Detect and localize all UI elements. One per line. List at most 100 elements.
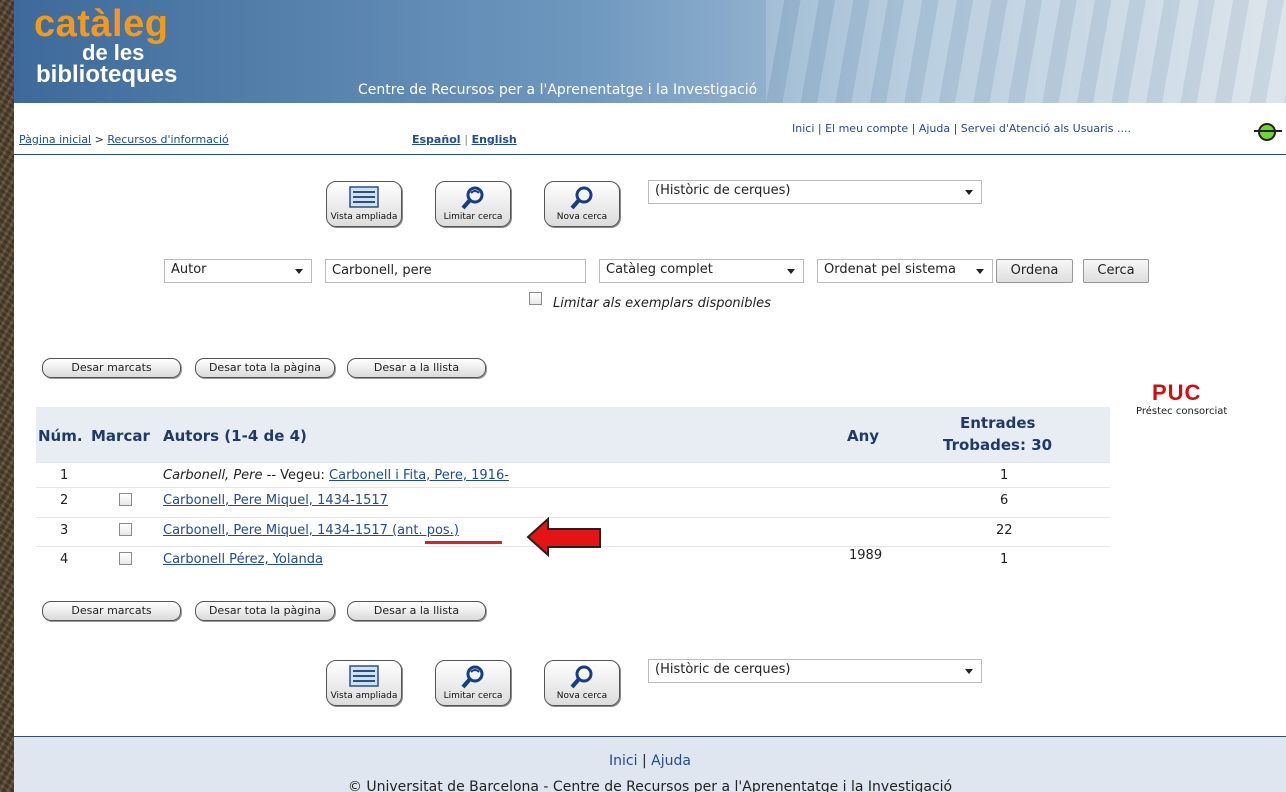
top-link-separator: | bbox=[953, 122, 961, 135]
chevron-down-icon bbox=[976, 269, 984, 274]
col-header-mark: Marcar bbox=[91, 427, 150, 445]
search-field-value: Autor bbox=[171, 262, 207, 277]
limit-search-label: Limitar cerca bbox=[443, 691, 503, 701]
new-search-button[interactable]: Nova cerca bbox=[544, 181, 620, 227]
author-entry: Carbonell, Pere -- Vegeu: Carbonell i Fi… bbox=[163, 468, 509, 483]
col-header-entries-2: Trobades: 30 bbox=[943, 436, 1053, 454]
chevron-down-icon bbox=[295, 269, 303, 274]
footer-help-link[interactable]: Ajuda bbox=[651, 753, 691, 769]
sort-order-select[interactable]: Ordenat pel sistema bbox=[817, 259, 993, 283]
see-also-text: -- Vegeu: bbox=[262, 468, 330, 483]
entries-count: 6 bbox=[1000, 493, 1009, 508]
col-header-authors: Autors (1-4 de 4) bbox=[163, 427, 307, 445]
list-view-icon bbox=[349, 665, 379, 687]
catalog-scope-select[interactable]: Catàleg complet bbox=[599, 259, 804, 283]
save-page-button[interactable]: Desar tota la pàgina bbox=[195, 358, 335, 378]
breadcrumb-current-link[interactable]: Recursos d'informació bbox=[107, 133, 228, 146]
entries-count: 1 bbox=[1000, 552, 1009, 567]
author-name: Carbonell, Pere bbox=[163, 468, 263, 483]
limit-search-button[interactable]: Limitar cerca bbox=[435, 660, 511, 706]
site-header: catàleg de les biblioteques Centre de Re… bbox=[14, 0, 1286, 103]
row-number: 3 bbox=[60, 523, 69, 538]
col-header-year: Any bbox=[847, 427, 880, 445]
year-value: 1989 bbox=[849, 548, 883, 563]
breadcrumb-home-link[interactable]: Pàgina inicial bbox=[19, 133, 91, 146]
breadcrumb-separator: > bbox=[94, 133, 108, 146]
mark-checkbox[interactable] bbox=[119, 493, 132, 506]
new-search-label: Nova cerca bbox=[556, 691, 608, 701]
search-history-value: (Històric de cerques) bbox=[655, 183, 791, 198]
puc-subtitle: Préstec consorciat bbox=[1136, 406, 1228, 417]
search-refine-icon bbox=[461, 665, 484, 689]
expanded-view-button[interactable]: Vista ampliada bbox=[326, 181, 402, 227]
new-search-label: Nova cerca bbox=[556, 212, 608, 222]
lang-en-link[interactable]: English bbox=[472, 133, 517, 146]
search-history-select[interactable]: (Històric de cerques) bbox=[648, 659, 982, 683]
mark-checkbox[interactable] bbox=[119, 552, 132, 565]
limit-search-button[interactable]: Limitar cerca bbox=[435, 181, 511, 227]
search-field-select[interactable]: Autor bbox=[164, 259, 312, 283]
nav-bar: Pàgina inicial > Recursos d'informació E… bbox=[14, 103, 1286, 155]
save-marked-button[interactable]: Desar marcats bbox=[42, 358, 181, 378]
highlight-underline bbox=[425, 541, 502, 544]
author-link[interactable]: Carbonell, Pere Miquel, 1434-1517 bbox=[163, 493, 388, 508]
chevron-down-icon bbox=[965, 669, 973, 674]
magnifier-icon bbox=[570, 186, 593, 210]
puc-logo[interactable]: PUC bbox=[1152, 380, 1201, 406]
search-button[interactable]: Cerca bbox=[1083, 259, 1149, 283]
table-row: 1 Carbonell, Pere -- Vegeu: Carbonell i … bbox=[36, 462, 1110, 488]
red-arrow-icon bbox=[526, 517, 601, 557]
table-row: 2 Carbonell, Pere Miquel, 1434-1517 6 bbox=[36, 487, 1110, 513]
expanded-view-label: Vista ampliada bbox=[330, 691, 398, 701]
top-link-separator: | bbox=[817, 122, 826, 135]
limit-available-checkbox[interactable] bbox=[529, 292, 542, 305]
new-search-button[interactable]: Nova cerca bbox=[544, 660, 620, 706]
center-title: Centre de Recursos per a l'Aprenentatge … bbox=[358, 82, 758, 98]
top-links: Inici | El meu compte | Ajuda | Servei d… bbox=[792, 122, 1131, 135]
limit-available-label: Limitar als exemplars disponibles bbox=[553, 296, 771, 311]
search-refine-icon bbox=[461, 186, 484, 210]
catalog-page: catàleg de les biblioteques Centre de Re… bbox=[14, 0, 1286, 792]
breadcrumb: Pàgina inicial > Recursos d'informació bbox=[19, 133, 229, 146]
help-circle-icon[interactable] bbox=[1254, 123, 1282, 141]
save-page-button[interactable]: Desar tota la pàgina bbox=[195, 601, 335, 621]
limit-search-label: Limitar cerca bbox=[443, 212, 503, 222]
chevron-down-icon bbox=[965, 190, 973, 195]
lang-es-link[interactable]: Español bbox=[412, 133, 461, 146]
copyright-text: © Universitat de Barcelona - Centre de R… bbox=[347, 779, 953, 792]
top-link-ellipsis: .... bbox=[1116, 122, 1131, 135]
save-to-list-button[interactable]: Desar a la llista bbox=[347, 601, 486, 621]
logo-line-1: catàleg bbox=[34, 3, 169, 45]
save-marked-button[interactable]: Desar marcats bbox=[42, 601, 181, 621]
expanded-view-button[interactable]: Vista ampliada bbox=[326, 660, 402, 706]
list-view-icon bbox=[349, 186, 379, 208]
search-query-input[interactable]: Carbonell, pere bbox=[325, 259, 586, 283]
lang-separator: | bbox=[464, 133, 472, 146]
entries-count: 1 bbox=[1000, 468, 1009, 483]
save-to-list-button[interactable]: Desar a la llista bbox=[347, 358, 486, 378]
mark-checkbox[interactable] bbox=[119, 523, 132, 536]
expanded-view-label: Vista ampliada bbox=[330, 212, 398, 222]
sort-button[interactable]: Ordena bbox=[996, 259, 1073, 283]
author-link[interactable]: Carbonell, Pere Miquel, 1434-1517 (ant. … bbox=[163, 523, 459, 538]
row-number: 2 bbox=[60, 493, 69, 508]
top-link-home[interactable]: Inici bbox=[792, 122, 814, 135]
chevron-down-icon bbox=[787, 269, 795, 274]
search-history-select[interactable]: (Històric de cerques) bbox=[648, 180, 982, 204]
row-number: 1 bbox=[60, 468, 69, 483]
footer-home-link[interactable]: Inici bbox=[609, 753, 637, 769]
top-link-user-service[interactable]: Servei d'Atenció als Usuaris bbox=[961, 122, 1114, 135]
top-link-account[interactable]: El meu compte bbox=[825, 122, 908, 135]
footer-links: Inici | Ajuda bbox=[14, 753, 1286, 769]
magnifier-icon bbox=[570, 665, 593, 689]
entries-count: 22 bbox=[996, 523, 1013, 538]
logo-line-3: biblioteques bbox=[36, 61, 178, 88]
catalog-scope-value: Catàleg complet bbox=[606, 262, 713, 277]
author-link[interactable]: Carbonell i Fita, Pere, 1916- bbox=[329, 468, 509, 483]
top-link-help[interactable]: Ajuda bbox=[919, 122, 950, 135]
col-header-num: Núm. bbox=[38, 427, 83, 445]
footer-separator: | bbox=[641, 753, 652, 769]
language-switch: Español | English bbox=[412, 133, 517, 146]
author-link[interactable]: Carbonell Pérez, Yolanda bbox=[163, 552, 323, 567]
top-link-separator: | bbox=[911, 122, 919, 135]
